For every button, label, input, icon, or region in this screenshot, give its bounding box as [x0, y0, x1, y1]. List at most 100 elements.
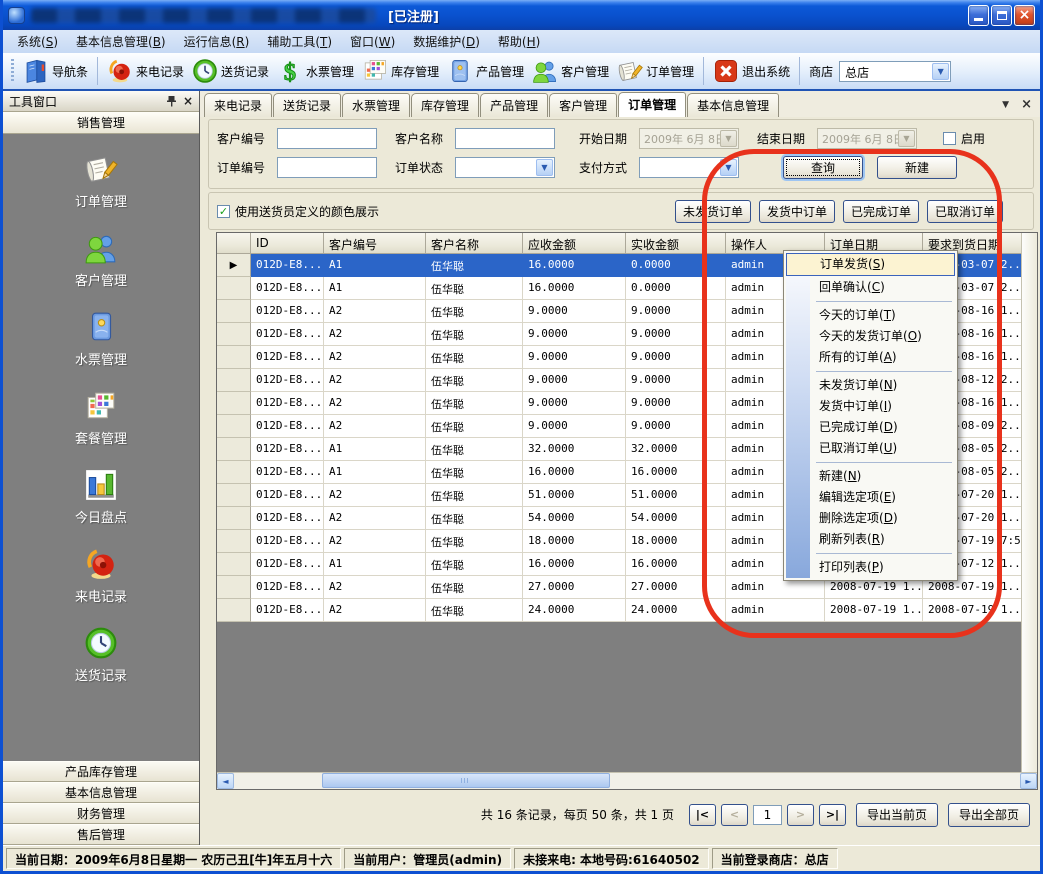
sidebar-group-财务管理[interactable]: 财务管理: [3, 803, 199, 824]
toolbar-button-订单管理[interactable]: 订单管理: [613, 56, 698, 86]
context-menu-item-未发货订单(N)[interactable]: 未发货订单(N): [786, 375, 955, 396]
context-menu-item-打印列表(P)[interactable]: 打印列表(P): [786, 557, 955, 578]
order-status-select[interactable]: ▼: [455, 157, 555, 178]
context-menu-item-订单发货(S)[interactable]: 订单发货(S): [786, 253, 955, 276]
toolbar-grip-icon[interactable]: [11, 59, 14, 83]
column-header-ID[interactable]: ID: [251, 233, 324, 254]
cell-customer_name: 伍华聪: [426, 599, 523, 622]
menubar-item[interactable]: 窗口(W): [341, 30, 404, 53]
menubar-item[interactable]: 帮助(H): [489, 30, 549, 53]
cell-customer_no: A2: [324, 530, 426, 553]
export-all-pages-button[interactable]: 导出全部页: [948, 803, 1030, 827]
tab-送货记录[interactable]: 送货记录: [273, 93, 341, 117]
sidebar-item-客户管理[interactable]: 客户管理: [75, 231, 127, 289]
enable-checkbox[interactable]: [943, 132, 956, 145]
sidebar-item-套餐管理[interactable]: 套餐管理: [75, 389, 127, 447]
tab-产品管理[interactable]: 产品管理: [480, 93, 548, 117]
context-menu-item-已完成订单(D)[interactable]: 已完成订单(D): [786, 417, 955, 438]
menubar-item[interactable]: 运行信息(R): [175, 30, 259, 53]
start-date-picker[interactable]: 2009年 6月 8日 ▼: [639, 128, 739, 149]
customer-name-input[interactable]: [455, 128, 555, 149]
column-header-客户编号[interactable]: 客户编号: [324, 233, 426, 254]
column-header-客户名称[interactable]: 客户名称: [426, 233, 523, 254]
sidebar-group-sales[interactable]: 销售管理: [3, 112, 199, 134]
tab-list-dropdown-icon[interactable]: ▼: [1002, 100, 1009, 110]
export-current-page-button[interactable]: 导出当前页: [856, 803, 938, 827]
toolbar-button-送货记录[interactable]: 送货记录: [188, 56, 273, 86]
tab-客户管理[interactable]: 客户管理: [549, 93, 617, 117]
sidebar-item-水票管理[interactable]: 水票管理: [75, 310, 127, 368]
close-button[interactable]: ×: [1014, 5, 1035, 26]
sidebar-item-今日盘点[interactable]: 今日盘点: [75, 468, 127, 526]
menubar-item[interactable]: 基本信息管理(B): [67, 30, 175, 53]
toolbar-button-产品管理[interactable]: 产品管理: [443, 56, 528, 86]
pay-method-select[interactable]: ▼: [639, 157, 739, 178]
toolbar-button-水票管理[interactable]: $水票管理: [273, 56, 358, 86]
end-date-picker[interactable]: 2009年 6月 8日 ▼: [817, 128, 917, 149]
chevron-down-icon[interactable]: ▼: [932, 63, 949, 80]
pin-icon[interactable]: [166, 95, 177, 107]
toolbar-button-导航条[interactable]: 导航条: [19, 56, 92, 86]
tab-订单管理[interactable]: 订单管理: [618, 92, 686, 117]
menubar-item[interactable]: 系统(S): [8, 30, 67, 53]
tab-close-icon[interactable]: ×: [1021, 97, 1032, 112]
filter-button-未发货订单[interactable]: 未发货订单: [675, 200, 751, 223]
context-menu-item-回单确认(C)[interactable]: 回单确认(C): [786, 277, 955, 298]
context-menu-item-今天的订单(T)[interactable]: 今天的订单(T): [786, 305, 955, 326]
new-button[interactable]: 新建: [877, 156, 957, 179]
filter-button-发货中订单[interactable]: 发货中订单: [759, 200, 835, 223]
toolbar-button-退出系统[interactable]: 退出系统: [709, 56, 794, 86]
filter-button-已取消订单[interactable]: 已取消订单: [927, 200, 1003, 223]
menubar-item[interactable]: 辅助工具(T): [258, 30, 341, 53]
tab-水票管理[interactable]: 水票管理: [342, 93, 410, 117]
sidebar-group-产品库存管理[interactable]: 产品库存管理: [3, 761, 199, 782]
tab-库存管理[interactable]: 库存管理: [411, 93, 479, 117]
context-menu-item-今天的发货订单(O)[interactable]: 今天的发货订单(O): [786, 326, 955, 347]
maximize-button[interactable]: [991, 5, 1012, 26]
sidebar-group-基本信息管理[interactable]: 基本信息管理: [3, 782, 199, 803]
next-page-button[interactable]: >: [787, 804, 814, 826]
context-menu-item-编辑选定项(E)[interactable]: 编辑选定项(E): [786, 487, 955, 508]
toolbar-button-label: 水票管理: [306, 63, 354, 80]
order-no-input[interactable]: [277, 157, 377, 178]
horizontal-scrollbar[interactable]: ◄ ►: [217, 772, 1037, 789]
context-menu-item-刷新列表(R)[interactable]: 刷新列表(R): [786, 529, 955, 550]
minimize-button[interactable]: [968, 5, 989, 26]
vertical-scrollbar[interactable]: [1021, 233, 1037, 772]
cell-customer_no: A1: [324, 461, 426, 484]
filter-button-已完成订单[interactable]: 已完成订单: [843, 200, 919, 223]
context-menu-item-所有的订单(A)[interactable]: 所有的订单(A): [786, 347, 955, 368]
table-row[interactable]: 012D-E8...A2伍华聪24.000024.0000admin2008-0…: [217, 599, 1023, 622]
shop-select[interactable]: 总店 ▼: [839, 61, 951, 82]
column-header-应收金额[interactable]: 应收金额: [523, 233, 626, 254]
close-panel-icon[interactable]: ×: [183, 95, 193, 107]
tab-基本信息管理[interactable]: 基本信息管理: [687, 93, 779, 117]
cell-receivable: 32.0000: [523, 438, 626, 461]
toolbar-button-库存管理[interactable]: 库存管理: [358, 56, 443, 86]
page-number-input[interactable]: [753, 805, 782, 825]
context-menu-item-新建(N)[interactable]: 新建(N): [786, 466, 955, 487]
scroll-left-icon[interactable]: ◄: [217, 773, 234, 789]
menubar-item[interactable]: 数据维护(D): [404, 30, 489, 53]
scrollbar-thumb[interactable]: [322, 773, 610, 788]
query-button[interactable]: 查询: [783, 156, 863, 179]
sidebar-item-送货记录[interactable]: 送货记录: [75, 626, 127, 684]
context-menu-item-发货中订单(I)[interactable]: 发货中订单(I): [786, 396, 955, 417]
toolbar-button-来电记录[interactable]: 来电记录: [103, 56, 188, 86]
customer-no-input[interactable]: [277, 128, 377, 149]
scroll-right-icon[interactable]: ►: [1020, 773, 1037, 789]
column-header-实收金额[interactable]: 实收金额: [626, 233, 726, 254]
first-page-button[interactable]: |<: [689, 804, 716, 826]
sidebar-item-订单管理[interactable]: 订单管理: [75, 152, 127, 210]
color-display-checkbox[interactable]: ✓: [217, 205, 230, 218]
sidebar-group-售后管理[interactable]: 售后管理: [3, 824, 199, 845]
last-page-button[interactable]: >|: [819, 804, 846, 826]
prev-page-button[interactable]: <: [721, 804, 748, 826]
sidebar-item-来电记录[interactable]: 来电记录: [75, 547, 127, 605]
cell-receivable: 27.0000: [523, 576, 626, 599]
context-menu-item-删除选定项(D)[interactable]: 删除选定项(D): [786, 508, 955, 529]
row-selector-cell: [217, 507, 251, 530]
context-menu-item-已取消订单(U)[interactable]: 已取消订单(U): [786, 438, 955, 459]
toolbar-button-客户管理[interactable]: 客户管理: [528, 56, 613, 86]
tab-来电记录[interactable]: 来电记录: [204, 93, 272, 117]
